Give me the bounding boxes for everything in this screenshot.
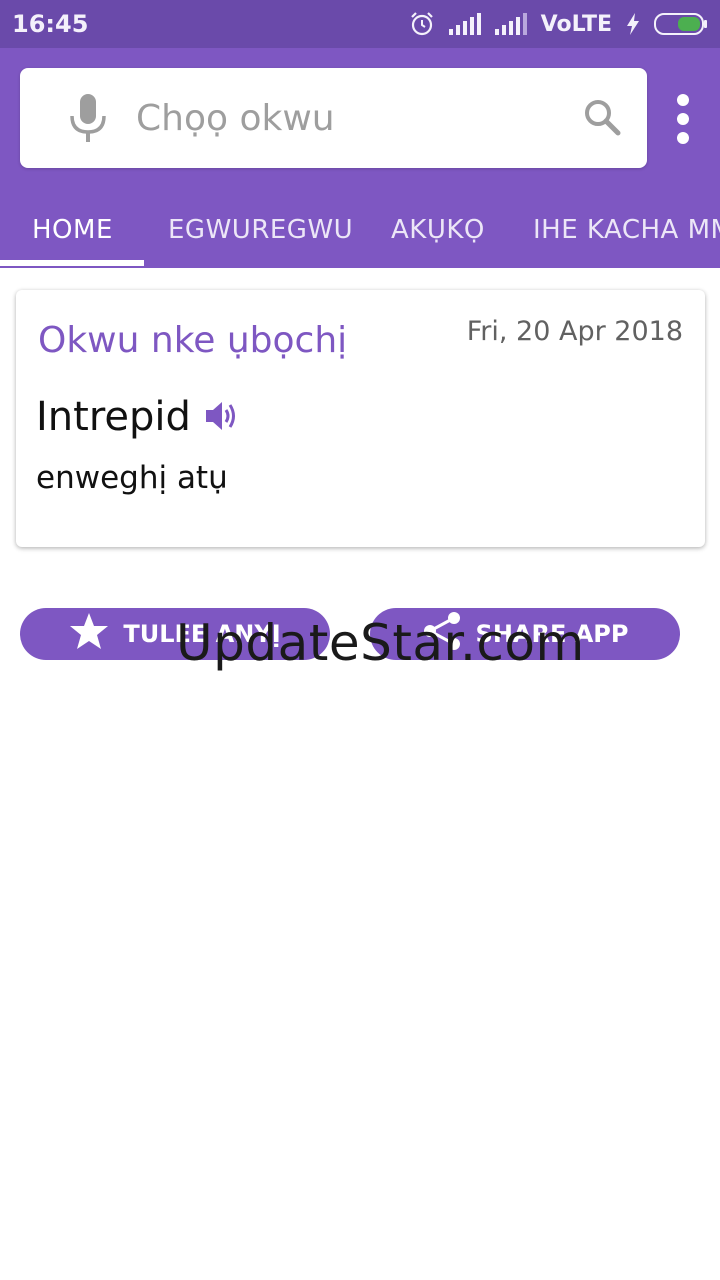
search-input[interactable]	[136, 90, 566, 146]
tab-bar: HOME EGWUREGWU AKỤKỌ IHE KACHA MMA	[0, 204, 720, 268]
status-time: 16:45	[12, 10, 89, 38]
tab-indicator	[0, 260, 144, 266]
app-bar: HOME EGWUREGWU AKỤKỌ IHE KACHA MMA	[0, 48, 720, 268]
status-icons: VoLTE	[409, 11, 708, 37]
speaker-icon[interactable]	[204, 400, 238, 437]
card-title: Okwu nke ụbọchị	[38, 320, 348, 361]
overflow-menu-icon[interactable]	[674, 94, 692, 149]
app-root: 16:45 VoLTE Chọọ okwu HOME EGWUREGWU AKỤ…	[0, 0, 720, 1280]
mic-icon[interactable]	[68, 94, 108, 149]
status-bar: 16:45 VoLTE	[0, 0, 720, 48]
card-date: Fri, 20 Apr 2018	[466, 316, 683, 347]
search-icon[interactable]	[583, 98, 621, 141]
tab-egwuregwu[interactable]: EGWUREGWU	[168, 204, 353, 268]
charging-icon	[626, 13, 640, 35]
signal-icon	[494, 13, 527, 35]
word: Intrepid	[36, 394, 191, 440]
signal-icon	[448, 13, 481, 35]
word-meaning: enweghị atụ	[36, 460, 228, 496]
network-type: VoLTE	[540, 11, 612, 37]
search-box[interactable]	[20, 68, 647, 168]
tab-ihe-kacha-mma[interactable]: IHE KACHA MMA	[533, 204, 720, 268]
word-of-day-card: Okwu nke ụbọchị Fri, 20 Apr 2018 Intrepi…	[16, 290, 705, 547]
tab-home[interactable]: HOME	[32, 204, 113, 268]
battery-icon	[654, 12, 708, 36]
tab-akuko[interactable]: AKỤKỌ	[391, 204, 485, 268]
star-icon	[69, 612, 109, 656]
watermark: UpdateStar.com	[176, 614, 585, 672]
alarm-icon	[409, 11, 435, 37]
